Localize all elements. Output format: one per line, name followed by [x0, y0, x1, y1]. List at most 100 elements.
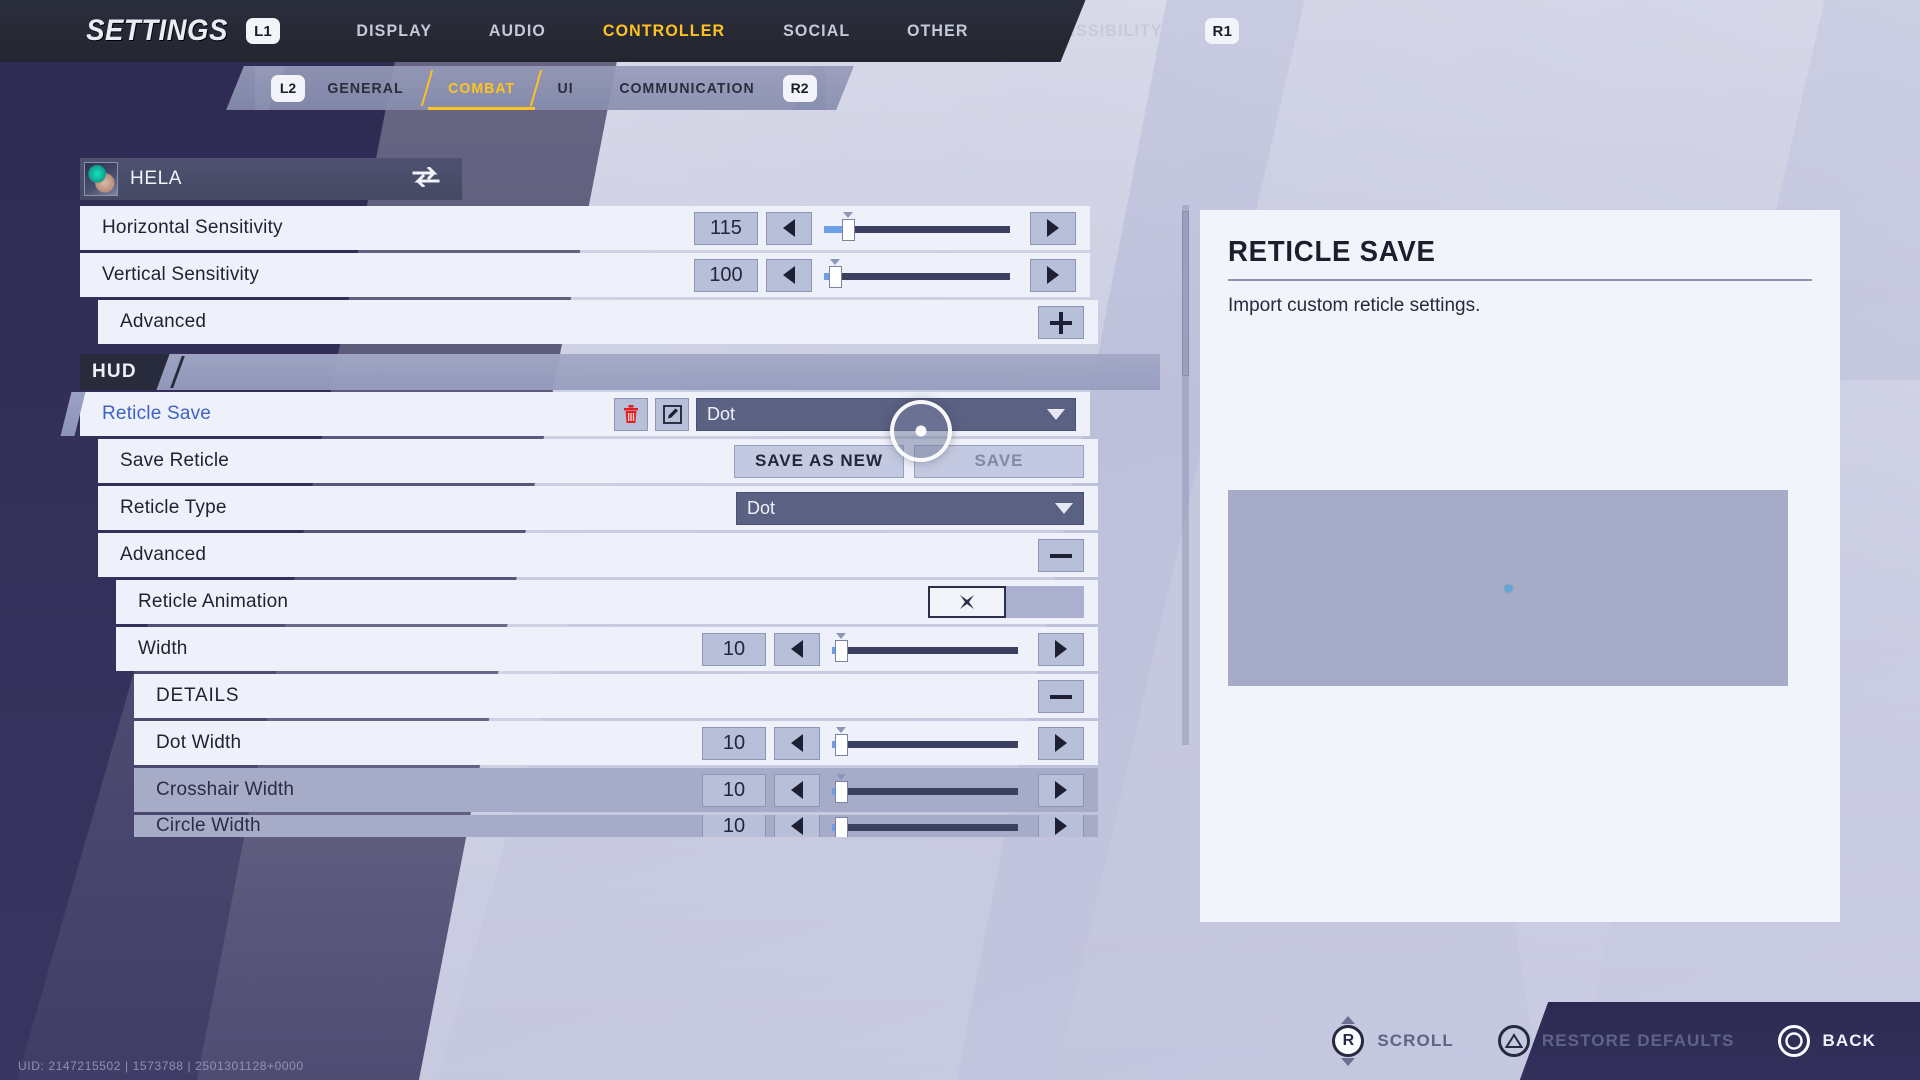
row-controls	[928, 586, 1098, 618]
slider-notch-icon	[836, 726, 847, 733]
r1-bumper-hint: R1	[1205, 18, 1240, 44]
slider-knob[interactable]	[835, 816, 849, 837]
subtab-ui-wrap: UI	[537, 66, 594, 110]
slider-knob[interactable]	[829, 265, 843, 288]
sub-tab-bar: L2 GENERAL COMBAT UI COMMUNICATION R2	[255, 66, 825, 110]
left-arrow-icon	[791, 817, 803, 835]
slider-track	[832, 646, 1018, 654]
checkbox-reticle-animation[interactable]	[928, 586, 1006, 618]
tab-accessibility[interactable]: ACCESSIBILITY	[1002, 21, 1187, 41]
decrement-button[interactable]	[774, 773, 820, 807]
pencil-edit-icon[interactable]	[655, 397, 689, 431]
tab-social[interactable]: SOCIAL	[759, 21, 875, 41]
decrement-button[interactable]	[774, 726, 820, 760]
subtab-general[interactable]: GENERAL	[309, 80, 423, 97]
subtab-combat[interactable]: COMBAT	[429, 80, 534, 97]
row-vertical-sensitivity[interactable]: Vertical Sensitivity 100	[80, 253, 1090, 297]
chevron-down-icon	[1047, 408, 1065, 420]
tab-controller[interactable]: CONTROLLER	[579, 21, 750, 41]
prompt-back[interactable]: BACK	[1778, 1025, 1876, 1057]
row-circle-width[interactable]: Circle Width 10	[134, 815, 1098, 837]
dropdown-reticle-save[interactable]: Dot	[696, 397, 1076, 431]
tab-display[interactable]: DISPLAY	[332, 21, 457, 41]
prompt-label: BACK	[1822, 1031, 1876, 1050]
slider-width[interactable]	[832, 632, 1018, 666]
minus-icon[interactable]	[1038, 679, 1084, 713]
dropdown-reticle-type[interactable]: Dot	[736, 491, 1084, 525]
decrement-button[interactable]	[774, 632, 820, 666]
info-panel-title: RETICLE SAVE	[1228, 236, 1436, 268]
x-mark-icon	[960, 595, 974, 609]
row-save-reticle[interactable]: Save Reticle SAVE AS NEW SAVE	[98, 439, 1098, 483]
increment-button[interactable]	[1038, 815, 1084, 837]
slider-track	[832, 740, 1018, 748]
plus-icon[interactable]	[1038, 305, 1084, 339]
scrollbar-thumb[interactable]	[1182, 211, 1189, 376]
row-width[interactable]: Width 10	[116, 627, 1098, 671]
value-width[interactable]: 10	[702, 632, 766, 666]
increment-button[interactable]	[1038, 726, 1084, 760]
l1-bumper-hint: L1	[246, 18, 281, 44]
increment-button[interactable]	[1030, 211, 1076, 245]
save-button[interactable]: SAVE	[914, 444, 1084, 478]
left-arrow-icon	[791, 640, 803, 658]
row-controls: 10	[702, 726, 1098, 760]
subtab-general-wrap: GENERAL	[305, 66, 426, 110]
increment-button[interactable]	[1038, 632, 1084, 666]
prompt-label: RESTORE DEFAULTS	[1541, 1031, 1735, 1050]
row-horizontal-sensitivity[interactable]: Horizontal Sensitivity 115	[80, 206, 1090, 250]
right-arrow-icon	[1047, 266, 1059, 284]
row-label: Reticle Save	[102, 403, 212, 424]
settings-logo: SETTINGS	[86, 14, 228, 47]
swap-arrows-icon[interactable]	[412, 165, 440, 192]
row-crosshair-width[interactable]: Crosshair Width 10	[134, 768, 1098, 812]
slider-knob[interactable]	[835, 780, 849, 803]
value-dot-width[interactable]: 10	[702, 726, 766, 760]
value-circle-width[interactable]: 10	[702, 815, 766, 837]
subtab-ui[interactable]: UI	[539, 80, 593, 97]
row-details-section[interactable]: DETAILS	[134, 674, 1098, 718]
slider-dot-width[interactable]	[832, 726, 1018, 760]
trash-icon[interactable]	[614, 397, 648, 431]
row-dot-width[interactable]: Dot Width 10	[134, 721, 1098, 765]
slider-knob[interactable]	[842, 218, 856, 241]
slider-horizontal-sensitivity[interactable]	[824, 211, 1010, 245]
row-controls: SAVE AS NEW SAVE	[734, 444, 1098, 478]
settings-scrollbar[interactable]	[1182, 205, 1189, 745]
slider-notch-icon	[836, 773, 847, 780]
prompt-restore-defaults[interactable]: RESTORE DEFAULTS	[1497, 1025, 1735, 1057]
increment-button[interactable]	[1030, 258, 1076, 292]
row-advanced-reticle[interactable]: Advanced	[98, 533, 1098, 577]
value-vertical-sensitivity[interactable]: 100	[694, 258, 758, 292]
tab-other[interactable]: OTHER	[882, 21, 992, 41]
prompt-scroll[interactable]: R SCROLL	[1331, 1016, 1453, 1066]
value-horizontal-sensitivity[interactable]: 115	[694, 211, 758, 245]
increment-button[interactable]	[1038, 773, 1084, 807]
dropdown-value: Dot	[747, 497, 776, 518]
row-label: DETAILS	[156, 685, 240, 706]
slider-knob[interactable]	[835, 639, 849, 662]
row-reticle-type[interactable]: Reticle Type Dot	[98, 486, 1098, 530]
row-advanced-controller[interactable]: Advanced	[98, 300, 1098, 344]
minus-icon[interactable]	[1038, 538, 1084, 572]
right-arrow-icon	[1055, 640, 1067, 658]
subtab-communication[interactable]: COMMUNICATION	[600, 80, 773, 97]
row-label: Save Reticle	[120, 450, 230, 471]
slider-crosshair-width[interactable]	[832, 773, 1018, 807]
slider-vertical-sensitivity[interactable]	[824, 258, 1010, 292]
r2-bumper-hint: R2	[782, 74, 817, 102]
save-as-new-button[interactable]: SAVE AS NEW	[734, 444, 904, 478]
row-controls: 10	[702, 773, 1098, 807]
tab-audio[interactable]: AUDIO	[464, 21, 570, 41]
slider-knob[interactable]	[835, 733, 849, 756]
right-arrow-icon	[1055, 817, 1067, 835]
decrement-button[interactable]	[766, 258, 812, 292]
row-reticle-save[interactable]: Reticle Save Dot	[80, 392, 1090, 436]
decrement-button[interactable]	[774, 815, 820, 837]
reticle-preview	[1228, 490, 1788, 686]
row-reticle-animation[interactable]: Reticle Animation	[116, 580, 1098, 624]
hero-selector[interactable]: HELA	[80, 158, 462, 200]
slider-circle-width[interactable]	[832, 815, 1018, 837]
decrement-button[interactable]	[766, 211, 812, 245]
value-crosshair-width[interactable]: 10	[702, 773, 766, 807]
